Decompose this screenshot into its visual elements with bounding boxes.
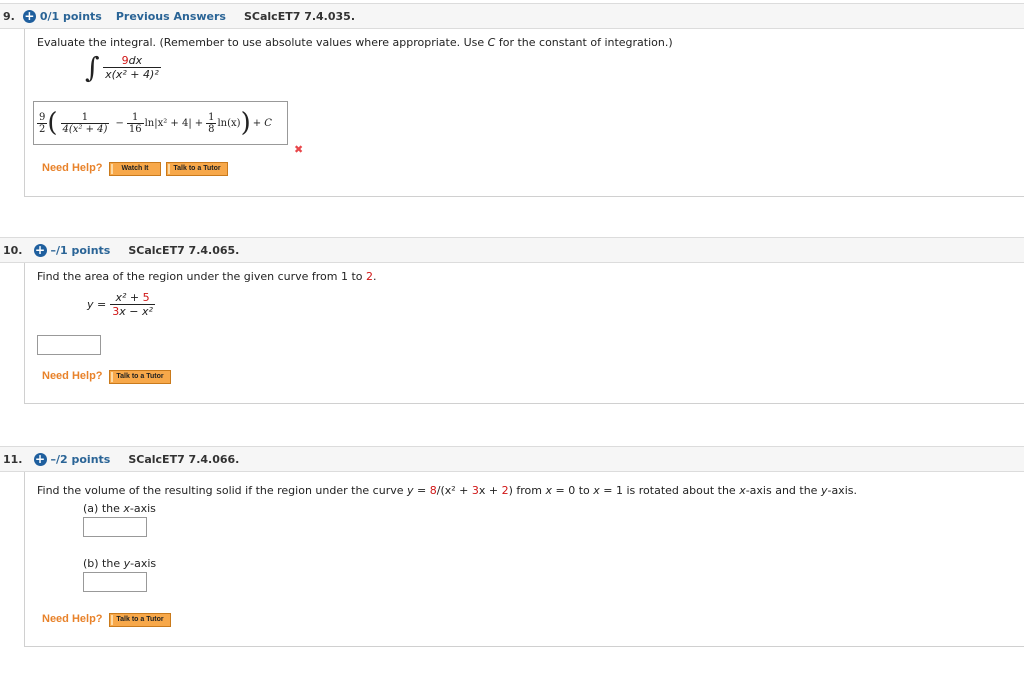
talk-to-tutor-button[interactable]: Talk to a Tutor	[109, 370, 171, 384]
den: 8	[206, 122, 217, 135]
question-number: 9.	[3, 9, 15, 23]
equation-fraction: x² + 5 3x − x²	[110, 291, 155, 318]
prompt-text: ) from	[508, 484, 546, 497]
den: 16	[126, 122, 144, 135]
integral-expression: ∫ 9dx x(x² + 4)²	[85, 51, 161, 84]
coef-fraction: 92	[37, 111, 48, 135]
plus: +	[194, 117, 204, 129]
problem-code: SCalcET7 7.4.066.	[128, 452, 240, 466]
prompt-text: Find the area of the region under the gi…	[37, 270, 367, 283]
part-a-label: (a) the x-axis	[83, 502, 156, 515]
ln-term: ln(x)	[217, 117, 241, 129]
points-link[interactable]: 0/1 points	[40, 10, 102, 23]
denominator: 3x − x²	[110, 304, 155, 318]
question-prompt: Find the volume of the resulting solid i…	[37, 484, 857, 497]
prompt-text: = 1 is rotated about the	[599, 484, 740, 497]
need-help-label: Need Help?	[42, 370, 103, 382]
prompt-value: 2	[366, 270, 374, 283]
integrand-fraction: 9dx x(x² + 4)²	[103, 54, 161, 81]
talk-to-tutor-button[interactable]: Talk to a Tutor	[109, 613, 171, 627]
num: 1	[81, 111, 89, 123]
left-paren: (	[47, 108, 58, 138]
num: 9	[39, 111, 46, 123]
prompt-text: =	[413, 484, 430, 497]
value: 8	[429, 484, 437, 497]
num-text: x² +	[115, 291, 143, 304]
points-link[interactable]: –/1 points	[51, 244, 111, 257]
integral-sign: ∫	[85, 51, 100, 84]
incorrect-x-icon: ✖	[294, 143, 304, 156]
integrand-numerator: 9dx	[120, 54, 145, 67]
value: 2	[501, 484, 509, 497]
question-9-header: 9. + 0/1 points Previous Answers SCalcET…	[0, 3, 1024, 29]
problem-code: SCalcET7 7.4.035.	[243, 9, 355, 23]
points-link[interactable]: –/2 points	[51, 453, 111, 466]
question-11-header: 11. + –/2 points SCalcET7 7.4.066.	[0, 446, 1024, 472]
curve-equation: y = x² + 5 3x − x²	[87, 291, 155, 318]
answer-field[interactable]: 92 ( 1 4(x² + 4) − 1 16 ln|x² + 4| + 18 ln…	[33, 101, 288, 145]
term1-fraction: 1 4(x² + 4)	[60, 111, 110, 135]
prompt-text: x +	[478, 484, 502, 497]
label-text: (a) the	[83, 502, 124, 515]
term3-fraction: 18	[206, 111, 217, 135]
need-help-label: Need Help?	[42, 162, 103, 174]
prompt-text: = 0 to	[552, 484, 594, 497]
value: 3	[471, 484, 479, 497]
question-10-header: 10. + –/1 points SCalcET7 7.4.065.	[0, 237, 1024, 263]
question-10-body: Find the area of the region under the gi…	[24, 263, 1024, 404]
differential: dx	[128, 54, 143, 67]
expand-plus-icon[interactable]: +	[33, 452, 47, 466]
area-answer-input[interactable]	[37, 335, 101, 355]
den-text: x − x²	[119, 305, 153, 318]
den: 2	[37, 122, 48, 135]
ln-term: ln|x² + 4|	[144, 117, 192, 129]
coef: 9	[121, 54, 129, 67]
question-9-body: Evaluate the integral. (Remember to use …	[24, 29, 1024, 197]
part-a-answer-input[interactable]	[83, 517, 147, 537]
problem-code: SCalcET7 7.4.065.	[128, 243, 240, 257]
question-prompt: Evaluate the integral. (Remember to use …	[37, 36, 673, 49]
talk-to-tutor-button[interactable]: Talk to a Tutor	[166, 162, 228, 176]
num: 1	[132, 111, 139, 123]
equation-lhs: y =	[87, 298, 107, 311]
constant: + C	[252, 117, 272, 129]
label-text: -axis	[129, 502, 156, 515]
numerator: x² + 5	[113, 291, 151, 304]
prompt-text: -axis.	[827, 484, 857, 497]
expand-plus-icon[interactable]: +	[33, 243, 47, 257]
previous-answers-link[interactable]: Previous Answers	[116, 10, 226, 23]
label-text: -axis	[130, 557, 157, 570]
expand-plus-icon[interactable]: +	[22, 9, 36, 23]
den: 4(x² + 4)	[60, 122, 110, 135]
prompt-text: for the constant of integration.)	[495, 36, 673, 49]
part-b-label: (b) the y-axis	[83, 557, 156, 570]
integrand-denominator: x(x² + 4)²	[103, 67, 161, 81]
question-number: 11.	[3, 452, 23, 466]
question-number: 10.	[3, 243, 23, 257]
num-value: 5	[142, 291, 150, 304]
prompt-text: Find the volume of the resulting solid i…	[37, 484, 407, 497]
prompt-text: .	[373, 270, 377, 283]
prompt-text: /(x² +	[436, 484, 472, 497]
question-11-body: Find the volume of the resulting solid i…	[24, 472, 1024, 647]
question-prompt: Find the area of the region under the gi…	[37, 270, 377, 283]
label-text: (b) the	[83, 557, 124, 570]
prompt-text: -axis and the	[745, 484, 821, 497]
watch-it-button[interactable]: Watch It	[109, 162, 161, 176]
num: 1	[208, 111, 215, 123]
part-b-answer-input[interactable]	[83, 572, 147, 592]
need-help-label: Need Help?	[42, 613, 103, 625]
right-paren: )	[240, 108, 251, 138]
minus: −	[115, 117, 124, 129]
prompt-text: Evaluate the integral. (Remember to use …	[37, 36, 488, 49]
term2-fraction: 1 16	[126, 111, 144, 135]
